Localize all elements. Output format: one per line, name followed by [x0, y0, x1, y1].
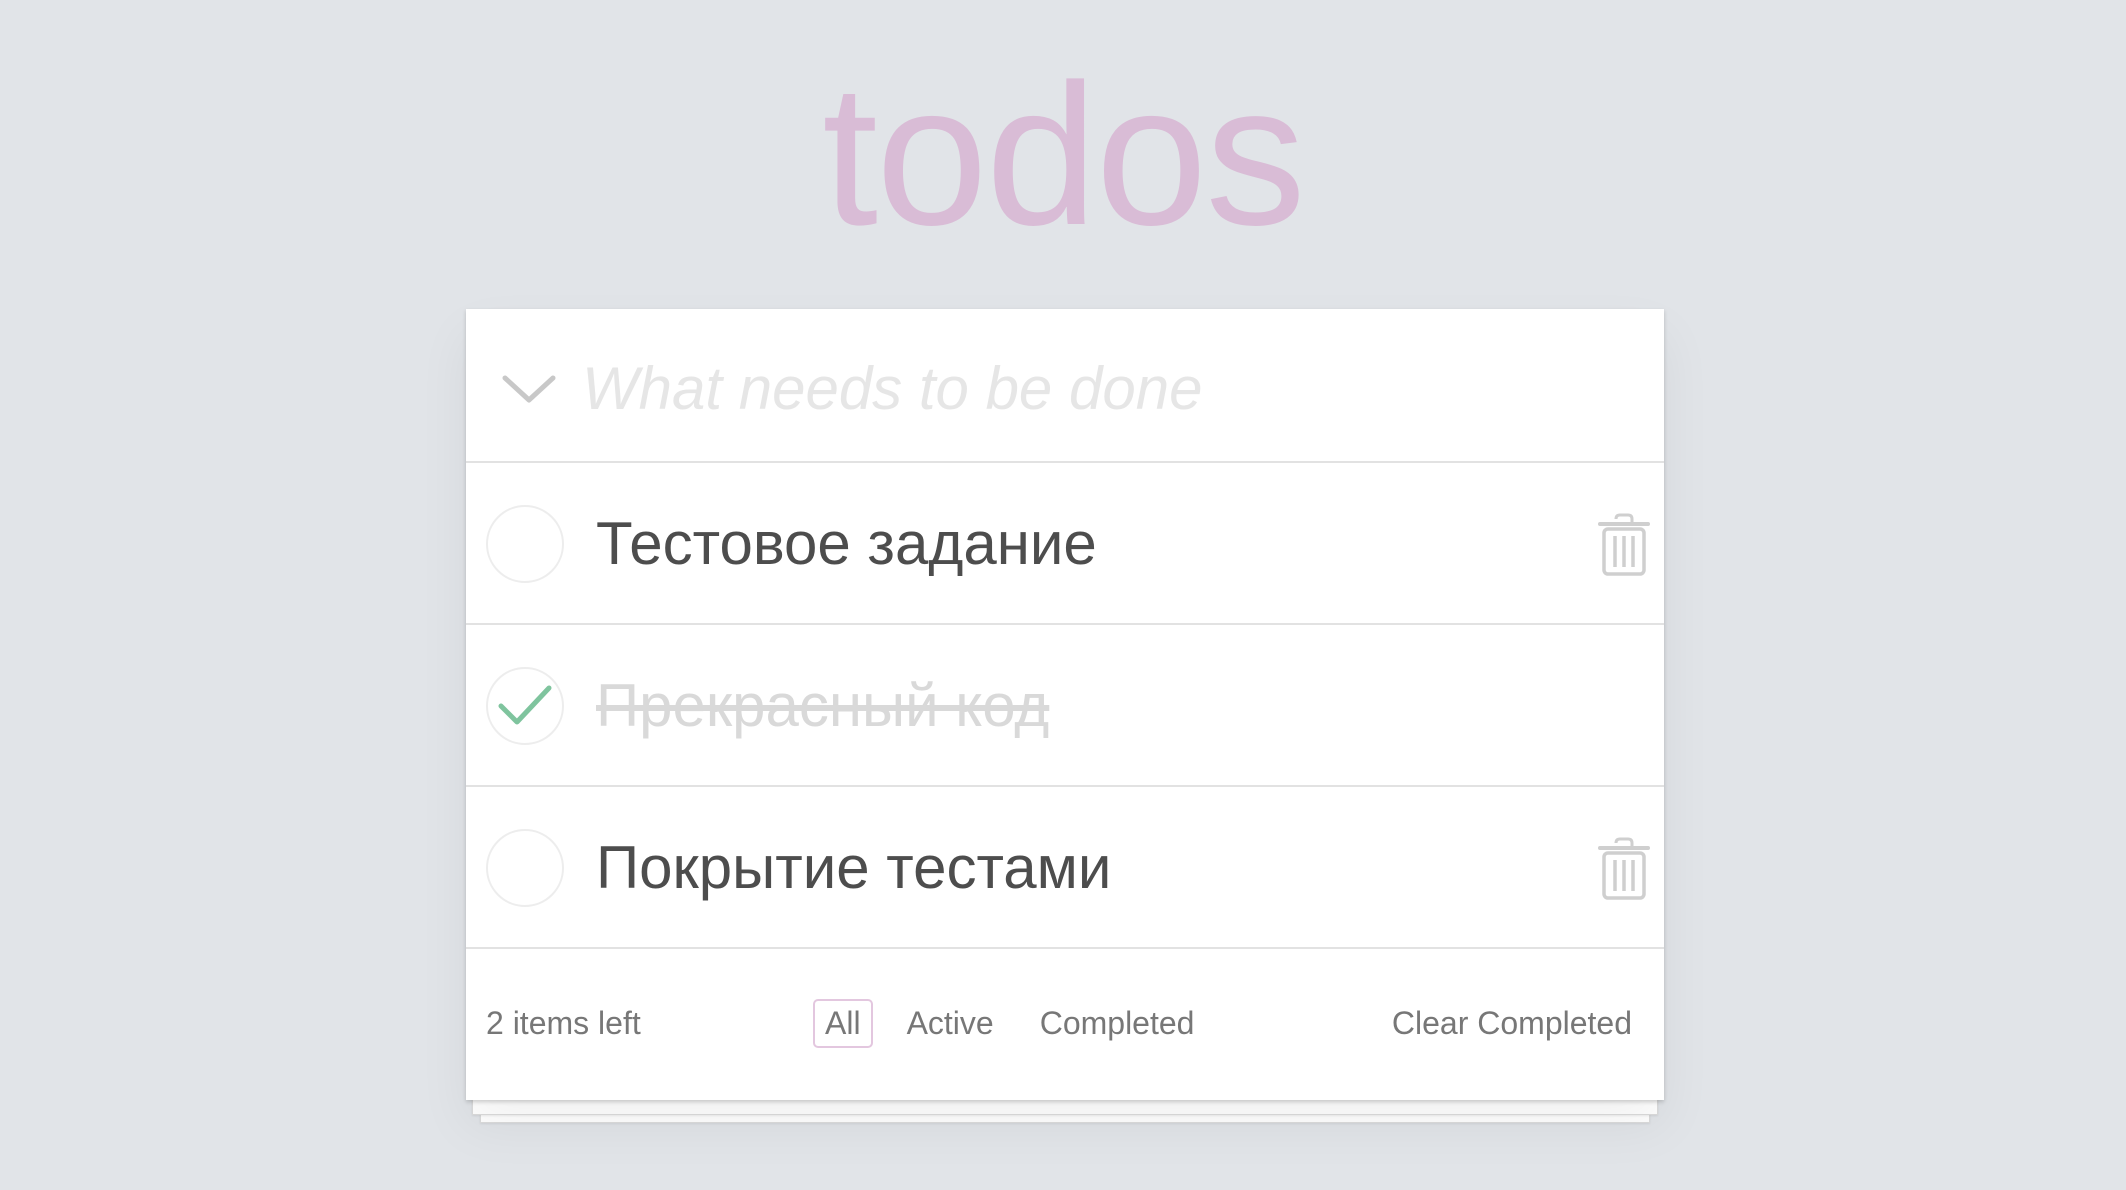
todo-item-completed: Прекрасный код	[466, 625, 1664, 787]
todo-checkbox[interactable]	[486, 829, 564, 907]
new-todo-row	[466, 309, 1664, 463]
todo-label[interactable]: Прекрасный код	[596, 625, 1049, 787]
filter-completed[interactable]: Completed	[1028, 999, 1207, 1048]
items-left-count: 2 items left	[486, 1005, 641, 1041]
chevron-down-icon	[502, 375, 556, 403]
filter-group: All Active Completed	[813, 947, 1228, 1100]
delete-todo-button[interactable]	[1586, 831, 1662, 907]
clear-completed-button[interactable]: Clear Completed	[1392, 947, 1632, 1100]
trash-icon	[1598, 837, 1650, 900]
todo-item: Тестовое задание	[466, 463, 1664, 625]
app-title: todos	[822, 42, 1306, 267]
trash-icon	[1598, 513, 1650, 576]
todo-label[interactable]: Тестовое задание	[596, 463, 1097, 625]
todo-label[interactable]: Покрытие тестами	[596, 787, 1111, 949]
todo-footer: 2 items left All Active Completed Clear …	[466, 947, 1664, 1100]
filter-all[interactable]: All	[813, 999, 873, 1048]
todo-checkbox[interactable]	[486, 505, 564, 583]
todo-card: Тестовое задание Прекрасный код	[466, 309, 1664, 1100]
toggle-all-button[interactable]	[494, 354, 564, 424]
filter-active[interactable]: Active	[895, 999, 1006, 1048]
checkmark-icon	[498, 685, 552, 725]
todo-checkbox-checked[interactable]	[486, 667, 564, 745]
delete-todo-button[interactable]	[1586, 507, 1662, 583]
todo-item: Покрытие тестами	[466, 787, 1664, 949]
new-todo-input[interactable]	[582, 343, 1622, 433]
